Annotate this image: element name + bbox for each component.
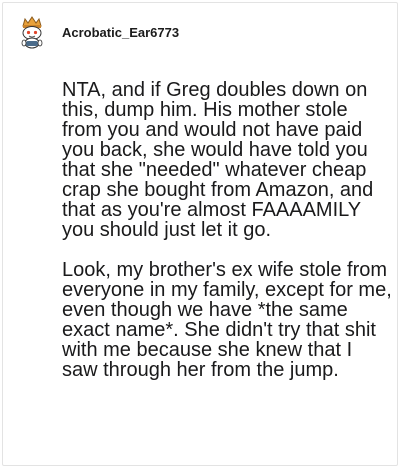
snoo-avatar-icon[interactable] — [14, 14, 50, 50]
comment-paragraph: Look, my brother's ex wife stole from ev… — [62, 259, 392, 381]
username-link[interactable]: Acrobatic_Ear6773 — [62, 25, 179, 40]
comment-paragraph: NTA, and if Greg doubles down on this, d… — [62, 79, 374, 241]
comment-body: NTA, and if Greg doubles down on this, d… — [62, 80, 392, 380]
comment-header: Acrobatic_Ear6773 — [14, 14, 179, 50]
